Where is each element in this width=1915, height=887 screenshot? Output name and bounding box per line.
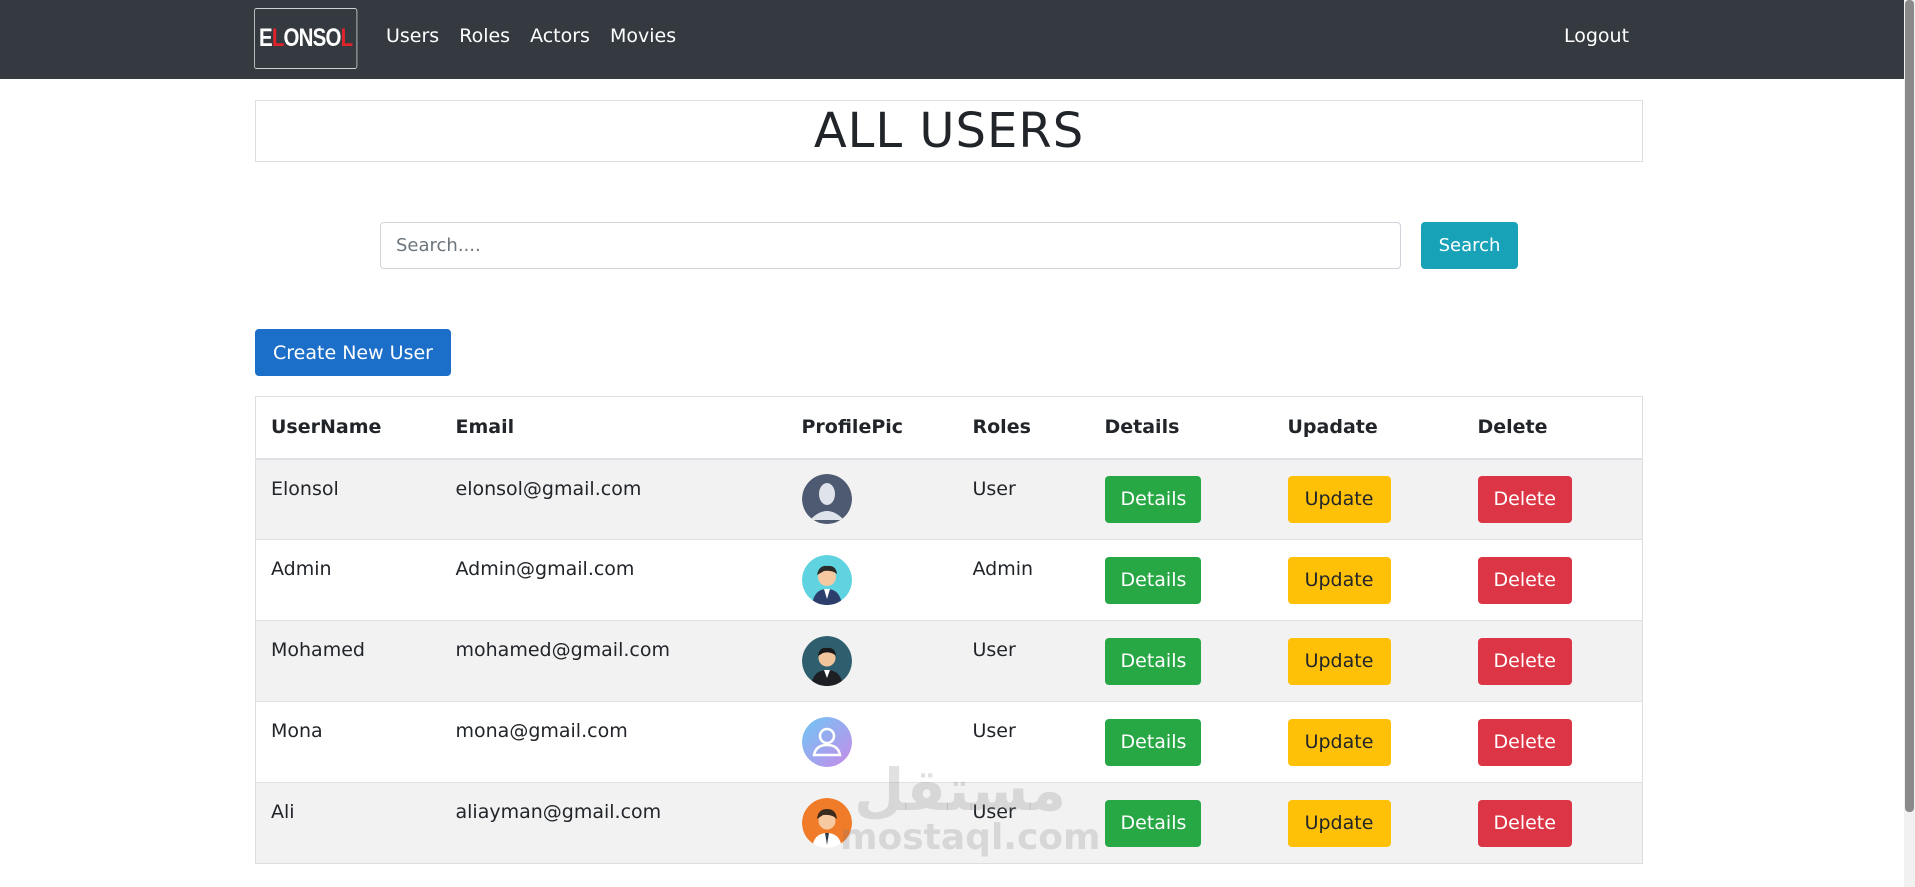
cell-role: User bbox=[957, 782, 1090, 864]
cell-username: Elonsol bbox=[255, 458, 441, 540]
cell-email: aliayman@gmail.com bbox=[440, 782, 787, 864]
delete-button[interactable]: Delete bbox=[1477, 556, 1572, 604]
cell-role: User bbox=[957, 620, 1090, 702]
delete-button[interactable]: Delete bbox=[1477, 799, 1572, 847]
users-table: UserName Email ProfilePic Roles Details … bbox=[255, 396, 1643, 864]
table-row: Mohamed mohamed@gmail.com User Details U… bbox=[255, 620, 1643, 702]
scrollbar-thumb[interactable] bbox=[1905, 0, 1914, 812]
cell-role: User bbox=[957, 701, 1090, 783]
details-button[interactable]: Details bbox=[1104, 556, 1201, 604]
search-button[interactable]: Search bbox=[1421, 222, 1518, 269]
header-roles: Roles bbox=[957, 396, 1090, 460]
update-button[interactable]: Update bbox=[1287, 799, 1391, 847]
top-navbar: E L ONSO L Users Roles Actors Movies Logout bbox=[0, 0, 1904, 79]
update-button[interactable]: Update bbox=[1287, 475, 1391, 523]
cell-username: Admin bbox=[255, 539, 441, 621]
page-title-box: ALL USERS bbox=[255, 100, 1643, 162]
delete-button[interactable]: Delete bbox=[1477, 475, 1572, 523]
table-row: Elonsol elonsol@gmail.com User Details U… bbox=[255, 458, 1643, 540]
cell-username: Mohamed bbox=[255, 620, 441, 702]
cell-email: mona@gmail.com bbox=[440, 701, 787, 783]
nav-link-movies[interactable]: Movies bbox=[610, 25, 676, 47]
create-new-user-button[interactable]: Create New User bbox=[255, 329, 451, 376]
user-outline-avatar-icon bbox=[801, 717, 852, 767]
delete-button[interactable]: Delete bbox=[1477, 637, 1572, 685]
details-button[interactable]: Details bbox=[1104, 637, 1201, 685]
header-profile-pic: ProfilePic bbox=[786, 396, 958, 460]
brand-logo[interactable]: E L ONSO L bbox=[254, 8, 358, 69]
nav-link-users[interactable]: Users bbox=[386, 25, 439, 47]
cell-email: mohamed@gmail.com bbox=[440, 620, 787, 702]
cell-email: Admin@gmail.com bbox=[440, 539, 787, 621]
update-button[interactable]: Update bbox=[1287, 637, 1391, 685]
header-delete: Delete bbox=[1462, 396, 1643, 460]
nav-link-roles[interactable]: Roles bbox=[459, 25, 510, 47]
table-row: Ali aliayman@gmail.com User Details Upda… bbox=[255, 782, 1643, 864]
search-input[interactable] bbox=[380, 222, 1401, 269]
cell-username: Ali bbox=[255, 782, 441, 864]
details-button[interactable]: Details bbox=[1104, 718, 1201, 766]
man-suit-avatar-icon bbox=[801, 636, 852, 686]
nav-link-actors[interactable]: Actors bbox=[530, 25, 590, 47]
brand-letter-l: L bbox=[271, 24, 285, 52]
brand-letter-l-end: L bbox=[340, 24, 354, 52]
cell-email: elonsol@gmail.com bbox=[440, 458, 787, 540]
header-email: Email bbox=[440, 396, 787, 460]
header-details: Details bbox=[1089, 396, 1273, 460]
page-title: ALL USERS bbox=[813, 103, 1085, 159]
details-button[interactable]: Details bbox=[1104, 799, 1201, 847]
boy-avatar-icon bbox=[801, 798, 852, 848]
cell-role: User bbox=[957, 458, 1090, 540]
update-button[interactable]: Update bbox=[1287, 556, 1391, 604]
details-button[interactable]: Details bbox=[1104, 475, 1201, 523]
brand-letters-onso: ONSO bbox=[283, 24, 342, 52]
table-row: Mona mona@gmail.com User Details Update … bbox=[255, 701, 1643, 783]
default-avatar-icon bbox=[801, 474, 852, 525]
delete-button[interactable]: Delete bbox=[1477, 718, 1572, 766]
header-update: Upadate bbox=[1272, 396, 1463, 460]
logout-link[interactable]: Logout bbox=[1564, 25, 1629, 47]
table-row: Admin Admin@gmail.com Admin Details Upda… bbox=[255, 539, 1643, 621]
cell-role: Admin bbox=[957, 539, 1090, 621]
header-username: UserName bbox=[255, 396, 441, 460]
cell-username: Mona bbox=[255, 701, 441, 783]
brand-letter-e: E bbox=[258, 24, 273, 52]
businessman-avatar-icon bbox=[801, 555, 852, 605]
update-button[interactable]: Update bbox=[1287, 718, 1391, 766]
nav-links: Users Roles Actors Movies bbox=[386, 25, 696, 47]
table-header-row: UserName Email ProfilePic Roles Details … bbox=[255, 396, 1643, 460]
